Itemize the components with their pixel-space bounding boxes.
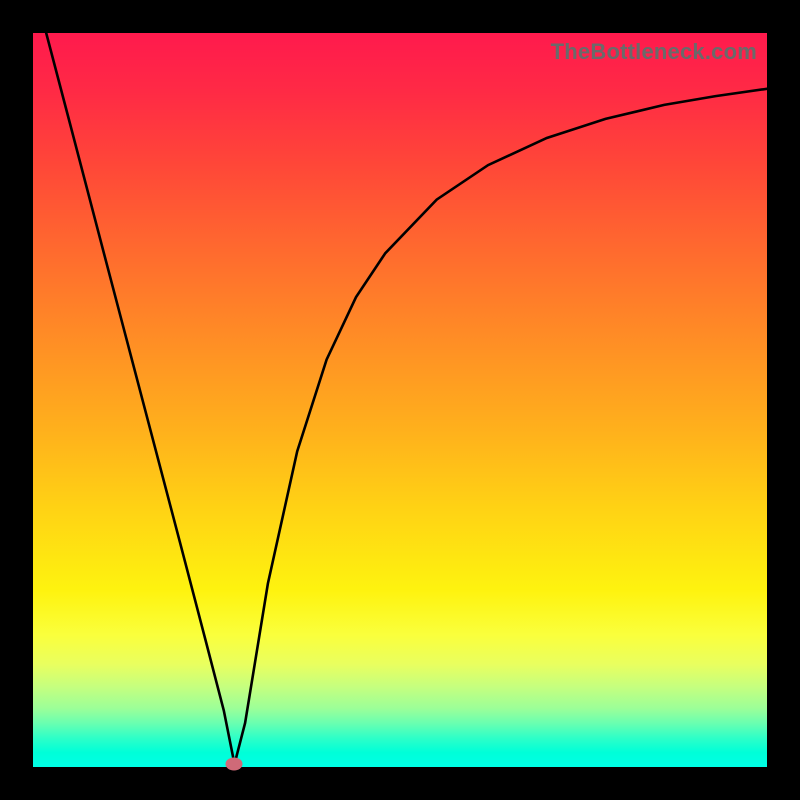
curve-layer [33, 33, 767, 767]
optimum-marker [226, 758, 243, 771]
plot-area: TheBottleneck.com [33, 33, 767, 767]
chart-frame: TheBottleneck.com [0, 0, 800, 800]
bottleneck-curve [46, 33, 767, 764]
